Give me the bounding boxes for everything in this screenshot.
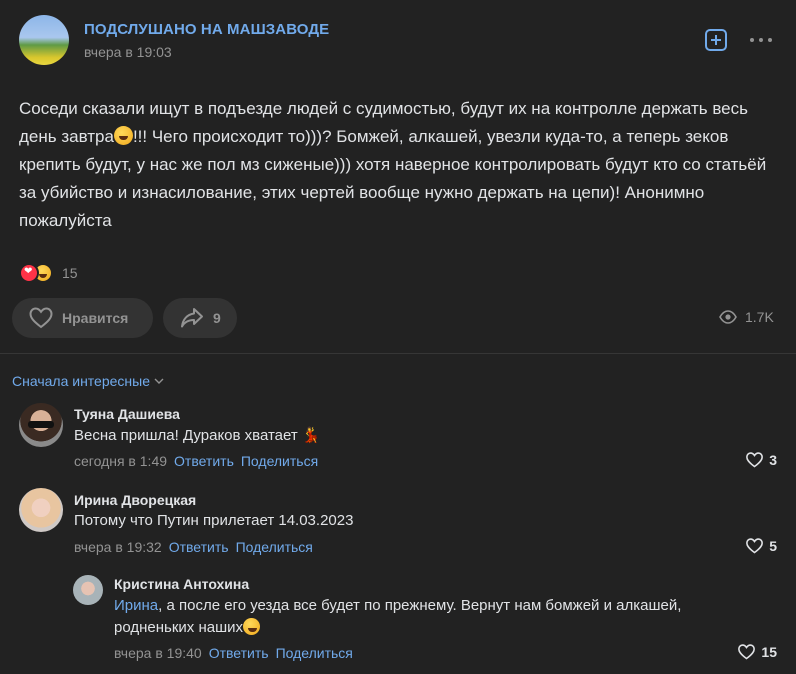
post-header: ПОДСЛУШАНО НА МАШЗАВОДЕ вчера в 19:03	[19, 15, 776, 65]
views-counter: 1.7K	[719, 309, 774, 325]
avatar[interactable]	[19, 488, 63, 532]
comment-like-count: 3	[769, 452, 777, 468]
heart-outline-icon	[738, 644, 756, 660]
comment-like-count: 5	[769, 538, 777, 554]
comment-text-content: Весна пришла! Дураков хватает	[74, 427, 298, 444]
chevron-down-icon	[154, 378, 164, 384]
comment-like-count: 15	[761, 644, 777, 660]
share-count: 9	[213, 310, 221, 326]
comment-text: Ирина, а после его уезда все будет по пр…	[114, 595, 754, 639]
comment-time[interactable]: сегодня в 1:49	[74, 453, 167, 469]
add-to-bookmarks-icon[interactable]	[705, 29, 727, 51]
share-link[interactable]: Поделиться	[236, 539, 313, 555]
comment-author[interactable]: Ирина Дворецкая	[74, 492, 196, 508]
dancer-emoji-icon: 💃	[301, 427, 321, 444]
comment-like-button[interactable]: 5	[745, 538, 777, 554]
comment-text-content: , а после его уезда все будет по прежнем…	[114, 597, 682, 636]
post-text: Соседи сказали ищут в подъезде людей с с…	[19, 95, 779, 235]
share-arrow-icon	[181, 308, 203, 328]
post-time[interactable]: вчера в 19:03	[84, 44, 172, 60]
like-button[interactable]: Нравится	[12, 298, 153, 338]
comment-meta: сегодня в 1:49 Ответить Поделиться	[74, 453, 318, 469]
group-avatar[interactable]	[19, 15, 69, 65]
share-link[interactable]: Поделиться	[241, 453, 318, 469]
reactions-count: 15	[62, 265, 78, 281]
comment-time[interactable]: вчера в 19:40	[114, 645, 202, 661]
comment-author[interactable]: Туяна Дашиева	[74, 406, 180, 422]
comment-item: Ирина Дворецкая Потому что Путин прилета…	[0, 484, 796, 564]
avatar[interactable]	[73, 575, 103, 605]
comment-like-button[interactable]: 3	[745, 452, 777, 468]
reply-link[interactable]: Ответить	[209, 645, 269, 661]
heart-outline-icon	[746, 538, 764, 554]
share-link[interactable]: Поделиться	[276, 645, 353, 661]
reactions-summary[interactable]: 15	[19, 262, 78, 284]
heart-outline-icon	[29, 307, 53, 329]
eye-icon	[719, 310, 737, 324]
comment-time[interactable]: вчера в 19:32	[74, 539, 162, 555]
reply-comment-item: Кристина Антохина Ирина, а после его уез…	[0, 570, 796, 670]
mention-link[interactable]: Ирина	[114, 597, 158, 614]
comments-sort-label: Сначала интересные	[12, 373, 150, 389]
rofl-emoji-icon	[113, 126, 133, 145]
heart-outline-icon	[746, 452, 764, 468]
reply-link[interactable]: Ответить	[174, 453, 234, 469]
divider	[0, 353, 796, 354]
comment-meta: вчера в 19:32 Ответить Поделиться	[74, 539, 313, 555]
share-button[interactable]: 9	[163, 298, 237, 338]
like-label: Нравится	[62, 310, 129, 326]
comment-item: Туяна Дашиева Весна пришла! Дураков хват…	[0, 398, 796, 478]
comment-meta: вчера в 19:40 Ответить Поделиться	[114, 645, 353, 661]
rofl-emoji-icon	[242, 618, 260, 635]
comment-text: Весна пришла! Дураков хватает 💃	[74, 425, 321, 447]
heart-reaction-icon	[19, 263, 39, 283]
group-name[interactable]: ПОДСЛУШАНО НА МАШЗАВОДЕ	[84, 21, 329, 38]
comments-sort-dropdown[interactable]: Сначала интересные	[12, 373, 164, 389]
avatar[interactable]	[19, 403, 63, 447]
reply-link[interactable]: Ответить	[169, 539, 229, 555]
comment-author[interactable]: Кристина Антохина	[114, 576, 249, 592]
views-count: 1.7K	[745, 309, 774, 325]
comment-like-button[interactable]: 15	[737, 644, 777, 660]
more-options-icon[interactable]	[749, 29, 773, 51]
comment-text: Потому что Путин прилетает 14.03.2023	[74, 512, 354, 529]
post-text-part: !!! Чего происходит то)))? Бомжей, алкаш…	[19, 127, 767, 230]
